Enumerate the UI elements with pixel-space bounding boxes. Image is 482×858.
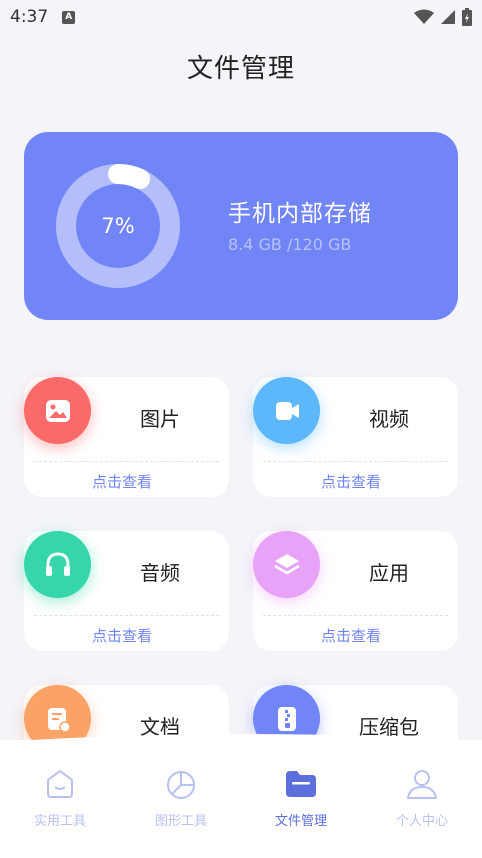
folder-icon bbox=[286, 771, 316, 797]
storage-percent: 7% bbox=[101, 214, 135, 238]
tile-name: 视频 bbox=[369, 407, 409, 431]
tab-label: 图形工具 bbox=[154, 814, 207, 829]
home-icon bbox=[47, 769, 73, 798]
tab-file-manager[interactable]: 文件管理 bbox=[241, 766, 361, 836]
storage-size: 8.4 GB /120 GB bbox=[228, 235, 352, 254]
category-tile-audio[interactable]: 音频 点击查看 bbox=[24, 531, 229, 651]
category-tile-images[interactable]: 图片 点击查看 bbox=[24, 377, 229, 497]
view-link[interactable]: 点击查看 bbox=[253, 471, 449, 492]
view-link[interactable]: 点击查看 bbox=[24, 625, 220, 646]
tab-graphic-tools[interactable]: 图形工具 bbox=[121, 766, 241, 836]
tile-name: 应用 bbox=[369, 561, 409, 585]
page-title: 文件管理 bbox=[186, 54, 295, 84]
divider bbox=[34, 615, 219, 616]
pie-chart-icon bbox=[167, 771, 195, 799]
tab-label: 文件管理 bbox=[274, 814, 327, 829]
tab-label: 实用工具 bbox=[33, 814, 86, 829]
bottom-tab-bar: 实用工具 图形工具 文件管理 个人中心 bbox=[0, 734, 482, 858]
tile-name: 图片 bbox=[140, 407, 180, 431]
notification-icon: A bbox=[62, 10, 76, 24]
view-link[interactable]: 点击查看 bbox=[24, 471, 220, 492]
wifi-icon bbox=[414, 9, 434, 24]
storage-title: 手机内部存储 bbox=[228, 201, 372, 227]
video-camera-icon bbox=[275, 401, 299, 420]
storage-card[interactable]: 7% 手机内部存储 8.4 GB /120 GB bbox=[24, 132, 458, 320]
tab-bar-curve bbox=[0, 734, 482, 752]
tile-icon-circle bbox=[253, 531, 320, 598]
status-bar: 4:37 A bbox=[0, 0, 482, 34]
divider bbox=[263, 615, 448, 616]
layers-icon bbox=[273, 553, 300, 574]
view-link[interactable]: 点击查看 bbox=[253, 625, 449, 646]
status-time: 4:37 bbox=[10, 7, 49, 27]
headphones-icon bbox=[45, 551, 70, 576]
category-tile-apps[interactable]: 应用 点击查看 bbox=[253, 531, 458, 651]
signal-icon bbox=[441, 10, 455, 24]
divider bbox=[34, 461, 219, 462]
category-tile-videos[interactable]: 视频 点击查看 bbox=[253, 377, 458, 497]
tile-icon-circle bbox=[253, 377, 320, 444]
tile-icon-circle bbox=[24, 377, 91, 444]
tab-label: 个人中心 bbox=[395, 814, 448, 829]
tab-practical-tools[interactable]: 实用工具 bbox=[0, 766, 120, 836]
divider bbox=[263, 461, 448, 462]
battery-icon bbox=[462, 8, 472, 26]
tile-icon-circle bbox=[24, 531, 91, 598]
user-icon bbox=[406, 770, 438, 799]
document-edit-icon bbox=[47, 707, 71, 733]
tab-personal-center[interactable]: 个人中心 bbox=[362, 766, 482, 836]
zip-file-icon bbox=[277, 706, 296, 731]
image-icon bbox=[45, 399, 70, 422]
tile-name: 音频 bbox=[140, 561, 180, 585]
